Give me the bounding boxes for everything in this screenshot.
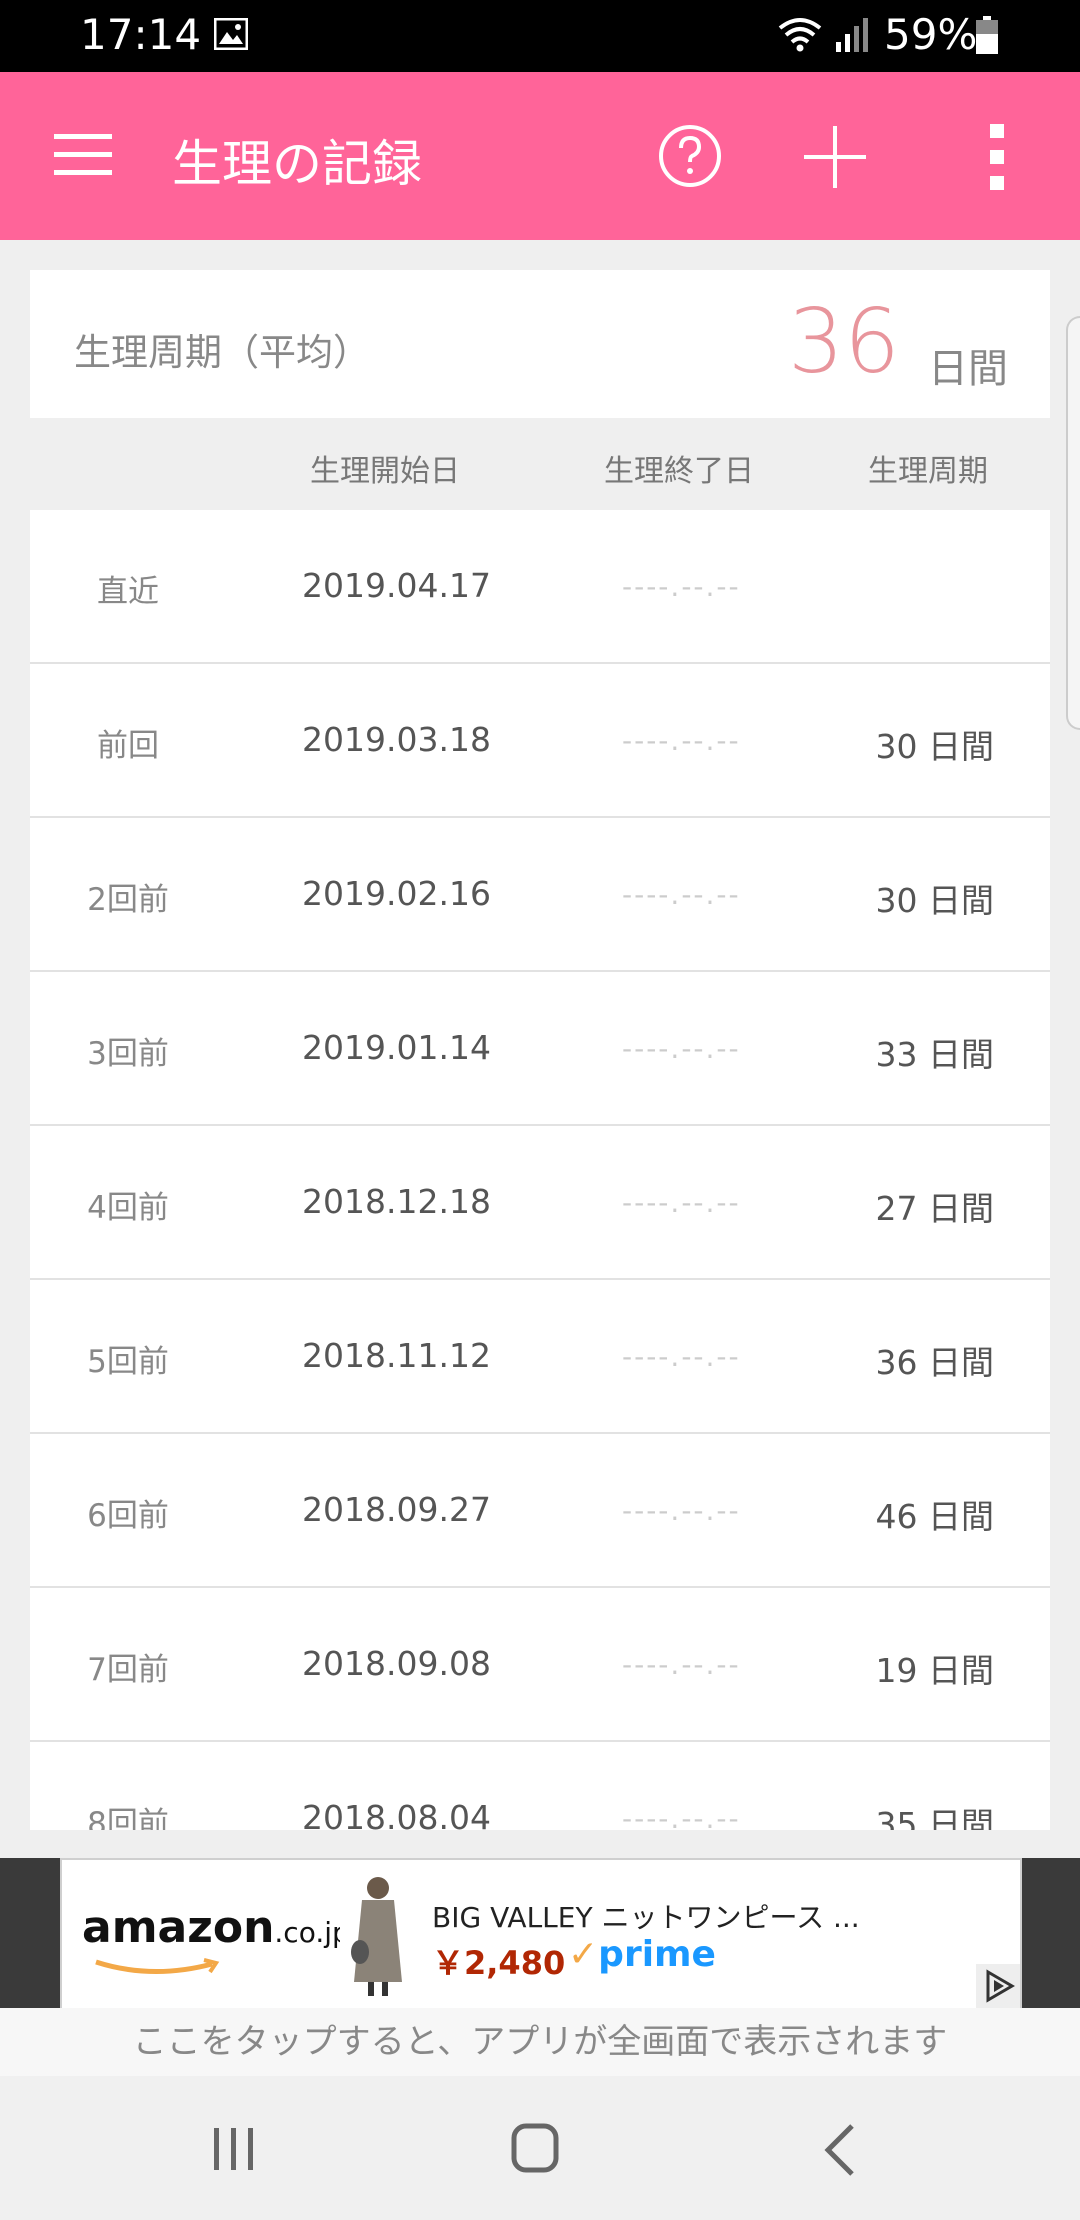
- signal-icon: [836, 18, 868, 52]
- ad-price: ￥2,480: [432, 1944, 566, 1982]
- record-label: 6回前: [87, 1498, 169, 1534]
- help-icon[interactable]: [658, 124, 722, 188]
- list-item[interactable]: 6回前 2018.09.27 ----.--.-- 46 日間: [30, 1434, 1050, 1588]
- page-title: 生理の記録: [172, 135, 422, 193]
- record-cycle: 35 日間: [875, 1805, 994, 1830]
- ad-brand: amazon.co.jp: [82, 1902, 350, 1953]
- record-label: 5回前: [87, 1344, 169, 1380]
- average-cycle-value: 36: [788, 290, 900, 393]
- record-end-date: ----.--.--: [622, 724, 741, 757]
- fullscreen-hint[interactable]: ここをタップすると、アプリが全画面で表示されます: [0, 2008, 1080, 2076]
- record-start-date: 2018.09.27: [302, 1490, 491, 1529]
- record-end-date: ----.--.--: [622, 1802, 741, 1830]
- ad-banner[interactable]: amazon.co.jp BIG VALLEY ニットワンピース ... ￥2,…: [60, 1858, 1022, 2010]
- column-headers: 生理開始日 生理終了日 生理周期: [30, 418, 1050, 510]
- record-start-date: 2018.09.08: [302, 1644, 491, 1683]
- record-start-date: 2018.12.18: [302, 1182, 491, 1221]
- product-image: [340, 1870, 416, 1998]
- record-cycle: 33 日間: [875, 1035, 994, 1074]
- record-start-date: 2018.11.12: [302, 1336, 491, 1375]
- home-icon[interactable]: [510, 2122, 560, 2174]
- record-label: 8回前: [87, 1806, 169, 1830]
- record-label: 4回前: [87, 1190, 169, 1226]
- status-bar: 17:14 59%: [0, 0, 1080, 72]
- record-end-date: ----.--.--: [622, 1186, 741, 1219]
- battery-percent: 59%: [884, 10, 978, 59]
- record-cycle: 46 日間: [875, 1497, 994, 1536]
- record-label: 前回: [97, 728, 159, 764]
- record-start-date: 2019.01.14: [302, 1028, 491, 1067]
- back-icon[interactable]: [820, 2122, 860, 2178]
- list-item[interactable]: 7回前 2018.09.08 ----.--.-- 19 日間: [30, 1588, 1050, 1742]
- record-end-date: ----.--.--: [622, 570, 741, 603]
- app-bar: 生理の記録: [0, 72, 1080, 240]
- image-icon: [214, 18, 248, 50]
- column-header-cycle: 生理周期: [868, 454, 988, 489]
- record-end-date: ----.--.--: [622, 878, 741, 911]
- wifi-icon: [778, 18, 822, 52]
- record-cycle: 30 日間: [875, 881, 994, 920]
- average-cycle-unit: 日間: [928, 346, 1008, 392]
- adchoices-icon[interactable]: [976, 1964, 1020, 2008]
- system-nav-bar: [0, 2076, 1080, 2220]
- average-cycle-card: 生理周期（平均） 36 日間: [30, 270, 1050, 418]
- record-cycle: 27 日間: [875, 1189, 994, 1228]
- menu-icon[interactable]: [54, 134, 112, 176]
- list-item[interactable]: 前回 2019.03.18 ----.--.-- 30 日間: [30, 664, 1050, 818]
- record-cycle: 36 日間: [875, 1343, 994, 1382]
- recents-icon[interactable]: [210, 2124, 258, 2174]
- ad-prime-badge: ✓prime: [568, 1934, 716, 1975]
- record-start-date: 2018.08.04: [302, 1798, 491, 1830]
- records-list[interactable]: 直近 2019.04.17 ----.--.-- 前回 2019.03.18 -…: [30, 510, 1050, 1830]
- record-label: 2回前: [87, 882, 169, 918]
- battery-icon: [976, 16, 998, 54]
- list-item[interactable]: 5回前 2018.11.12 ----.--.-- 36 日間: [30, 1280, 1050, 1434]
- record-cycle: 19 日間: [875, 1651, 994, 1690]
- list-item[interactable]: 8回前 2018.08.04 ----.--.-- 35 日間: [30, 1742, 1050, 1830]
- list-item[interactable]: 4回前 2018.12.18 ----.--.-- 27 日間: [30, 1126, 1050, 1280]
- more-icon[interactable]: [982, 124, 1012, 190]
- list-item[interactable]: 2回前 2019.02.16 ----.--.-- 30 日間: [30, 818, 1050, 972]
- record-start-date: 2019.04.17: [302, 566, 491, 605]
- record-start-date: 2019.03.18: [302, 720, 491, 759]
- amazon-smile-icon: [95, 1958, 220, 1975]
- list-item[interactable]: 3回前 2019.01.14 ----.--.-- 33 日間: [30, 972, 1050, 1126]
- column-header-start: 生理開始日: [310, 454, 460, 489]
- record-end-date: ----.--.--: [622, 1032, 741, 1065]
- record-label: 3回前: [87, 1036, 169, 1072]
- list-item[interactable]: 直近 2019.04.17 ----.--.--: [30, 510, 1050, 664]
- column-header-end: 生理終了日: [604, 454, 754, 489]
- record-start-date: 2019.02.16: [302, 874, 491, 913]
- record-end-date: ----.--.--: [622, 1494, 741, 1527]
- record-end-date: ----.--.--: [622, 1648, 741, 1681]
- record-end-date: ----.--.--: [622, 1340, 741, 1373]
- status-time: 17:14: [80, 10, 202, 59]
- record-label: 直近: [97, 574, 159, 610]
- record-label: 7回前: [87, 1652, 169, 1688]
- add-icon[interactable]: [804, 126, 866, 188]
- average-cycle-label: 生理周期（平均）: [74, 331, 370, 374]
- ad-product-name: BIG VALLEY ニットワンピース ...: [432, 1901, 860, 1934]
- record-cycle: 30 日間: [875, 727, 994, 766]
- scroll-handle[interactable]: [1066, 316, 1080, 730]
